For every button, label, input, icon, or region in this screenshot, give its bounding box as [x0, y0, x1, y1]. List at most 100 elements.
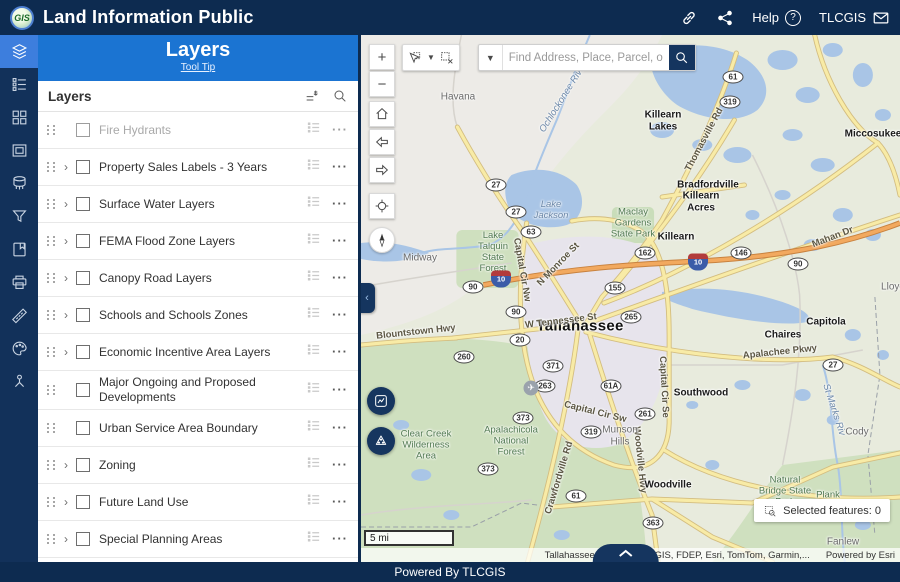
layer-label[interactable]: Schools and Schools Zones	[99, 308, 306, 323]
search-input[interactable]	[503, 45, 669, 70]
layer-label[interactable]: Economic Incentive Area Layers	[99, 345, 306, 360]
legend-list-icon[interactable]	[306, 157, 322, 177]
layer-label[interactable]: Surface Water Layers	[99, 197, 306, 212]
legend-list-icon[interactable]	[306, 492, 322, 512]
panel-collapse-tab[interactable]: ‹	[361, 283, 375, 313]
layer-checkbox[interactable]	[76, 345, 90, 359]
legend-list-icon[interactable]	[306, 120, 322, 140]
drag-handle-icon[interactable]	[44, 460, 58, 470]
help-button[interactable]: Help ?	[752, 10, 801, 26]
expand-chevron-icon[interactable]: ›	[58, 197, 74, 211]
layer-label[interactable]: Fire Hydrants	[99, 123, 306, 138]
layer-options-icon[interactable]: ···	[332, 125, 350, 135]
layer-label[interactable]: Zoning	[99, 458, 306, 473]
sidebar-item-draw[interactable]	[0, 332, 38, 365]
layer-label[interactable]: Urban Service Area Boundary	[99, 421, 306, 436]
layer-options-icon[interactable]: ···	[332, 310, 350, 320]
layer-label[interactable]: Property Sales Labels - 3 Years	[99, 160, 306, 175]
link-icon[interactable]	[680, 9, 698, 27]
sidebar-item-bookmark[interactable]	[0, 233, 38, 266]
zoom-in-button[interactable]: +	[369, 44, 395, 70]
locate-button[interactable]	[369, 193, 395, 219]
home-button[interactable]	[369, 101, 395, 127]
legend-list-icon[interactable]	[306, 529, 322, 549]
drag-handle-icon[interactable]	[44, 162, 58, 172]
sidebar-item-basemap[interactable]	[0, 134, 38, 167]
arrange-layers-icon[interactable]	[304, 88, 320, 104]
bottom-panel-tab[interactable]	[592, 544, 658, 562]
layer-options-icon[interactable]: ···	[332, 273, 350, 283]
layer-options-icon[interactable]: ···	[332, 162, 350, 172]
layer-label[interactable]: FEMA Flood Zone Layers	[99, 234, 306, 249]
previous-extent-button[interactable]	[369, 129, 395, 155]
next-extent-button[interactable]	[369, 157, 395, 183]
chart-widget-button[interactable]	[367, 387, 395, 415]
expand-chevron-icon[interactable]: ›	[58, 532, 74, 546]
legend-list-icon[interactable]	[306, 231, 322, 251]
layer-label[interactable]: Canopy Road Layers	[99, 271, 306, 286]
sidebar-item-legend[interactable]	[0, 68, 38, 101]
search-layers-icon[interactable]	[332, 88, 348, 104]
layer-options-icon[interactable]: ···	[332, 385, 350, 395]
layer-label[interactable]: Future Land Use	[99, 495, 306, 510]
layer-options-icon[interactable]: ···	[332, 460, 350, 470]
drag-handle-icon[interactable]	[44, 497, 58, 507]
layer-checkbox[interactable]	[76, 308, 90, 322]
selected-features-badge[interactable]: Selected features: 0	[754, 499, 890, 522]
zoom-out-button[interactable]: −	[369, 71, 395, 97]
layer-options-icon[interactable]: ···	[332, 423, 350, 433]
legend-list-icon[interactable]	[306, 418, 322, 438]
layer-checkbox[interactable]	[76, 160, 90, 174]
legend-list-icon[interactable]	[306, 268, 322, 288]
sidebar-item-measure[interactable]	[0, 299, 38, 332]
sidebar-item-network[interactable]	[0, 365, 38, 398]
layer-checkbox[interactable]	[76, 234, 90, 248]
sidebar-item-layers[interactable]	[0, 35, 38, 68]
search-button[interactable]	[669, 45, 695, 70]
drag-handle-icon[interactable]	[44, 385, 58, 395]
expand-chevron-icon[interactable]: ›	[58, 271, 74, 285]
expand-chevron-icon[interactable]: ›	[58, 345, 74, 359]
drag-handle-icon[interactable]	[44, 273, 58, 283]
select-tool-icon[interactable]	[407, 50, 423, 66]
map-view[interactable]: HavanaKillearn LakesMiccosukeeBradfordvi…	[361, 35, 900, 562]
layer-options-icon[interactable]: ···	[332, 534, 350, 544]
legend-list-icon[interactable]	[306, 455, 322, 475]
layer-checkbox[interactable]	[76, 458, 90, 472]
layer-checkbox[interactable]	[76, 421, 90, 435]
compass-button[interactable]	[369, 227, 395, 253]
legend-list-icon[interactable]	[306, 342, 322, 362]
drag-handle-icon[interactable]	[44, 423, 58, 433]
sidebar-item-table[interactable]	[0, 167, 38, 200]
expand-chevron-icon[interactable]: ›	[58, 308, 74, 322]
expand-chevron-icon[interactable]: ›	[58, 458, 74, 472]
select-dropdown-caret[interactable]: ▼	[427, 53, 435, 62]
drag-handle-icon[interactable]	[44, 534, 58, 544]
contact-button[interactable]: TLCGIS	[819, 9, 890, 27]
drag-handle-icon[interactable]	[44, 347, 58, 357]
layer-label[interactable]: Special Planning Areas	[99, 532, 306, 547]
expand-chevron-icon[interactable]: ›	[58, 495, 74, 509]
layer-options-icon[interactable]: ···	[332, 497, 350, 507]
search-source-dropdown[interactable]: ▼	[479, 45, 503, 70]
legend-list-icon[interactable]	[306, 305, 322, 325]
legend-list-icon[interactable]	[306, 380, 322, 400]
analysis-widget-button[interactable]	[367, 427, 395, 455]
expand-chevron-icon[interactable]: ›	[58, 234, 74, 248]
share-icon[interactable]	[716, 9, 734, 27]
sidebar-item-widgets[interactable]	[0, 101, 38, 134]
layer-checkbox[interactable]	[76, 383, 90, 397]
layer-checkbox[interactable]	[76, 123, 90, 137]
sidebar-item-filter[interactable]	[0, 200, 38, 233]
expand-chevron-icon[interactable]: ›	[58, 160, 74, 174]
drag-handle-icon[interactable]	[44, 125, 58, 135]
layer-options-icon[interactable]: ···	[332, 347, 350, 357]
layer-options-icon[interactable]: ···	[332, 236, 350, 246]
legend-list-icon[interactable]	[306, 194, 322, 214]
layer-checkbox[interactable]	[76, 532, 90, 546]
layer-checkbox[interactable]	[76, 197, 90, 211]
tool-tip-link[interactable]: Tool Tip	[38, 62, 358, 73]
sidebar-item-print[interactable]	[0, 266, 38, 299]
layer-checkbox[interactable]	[76, 495, 90, 509]
layer-checkbox[interactable]	[76, 271, 90, 285]
